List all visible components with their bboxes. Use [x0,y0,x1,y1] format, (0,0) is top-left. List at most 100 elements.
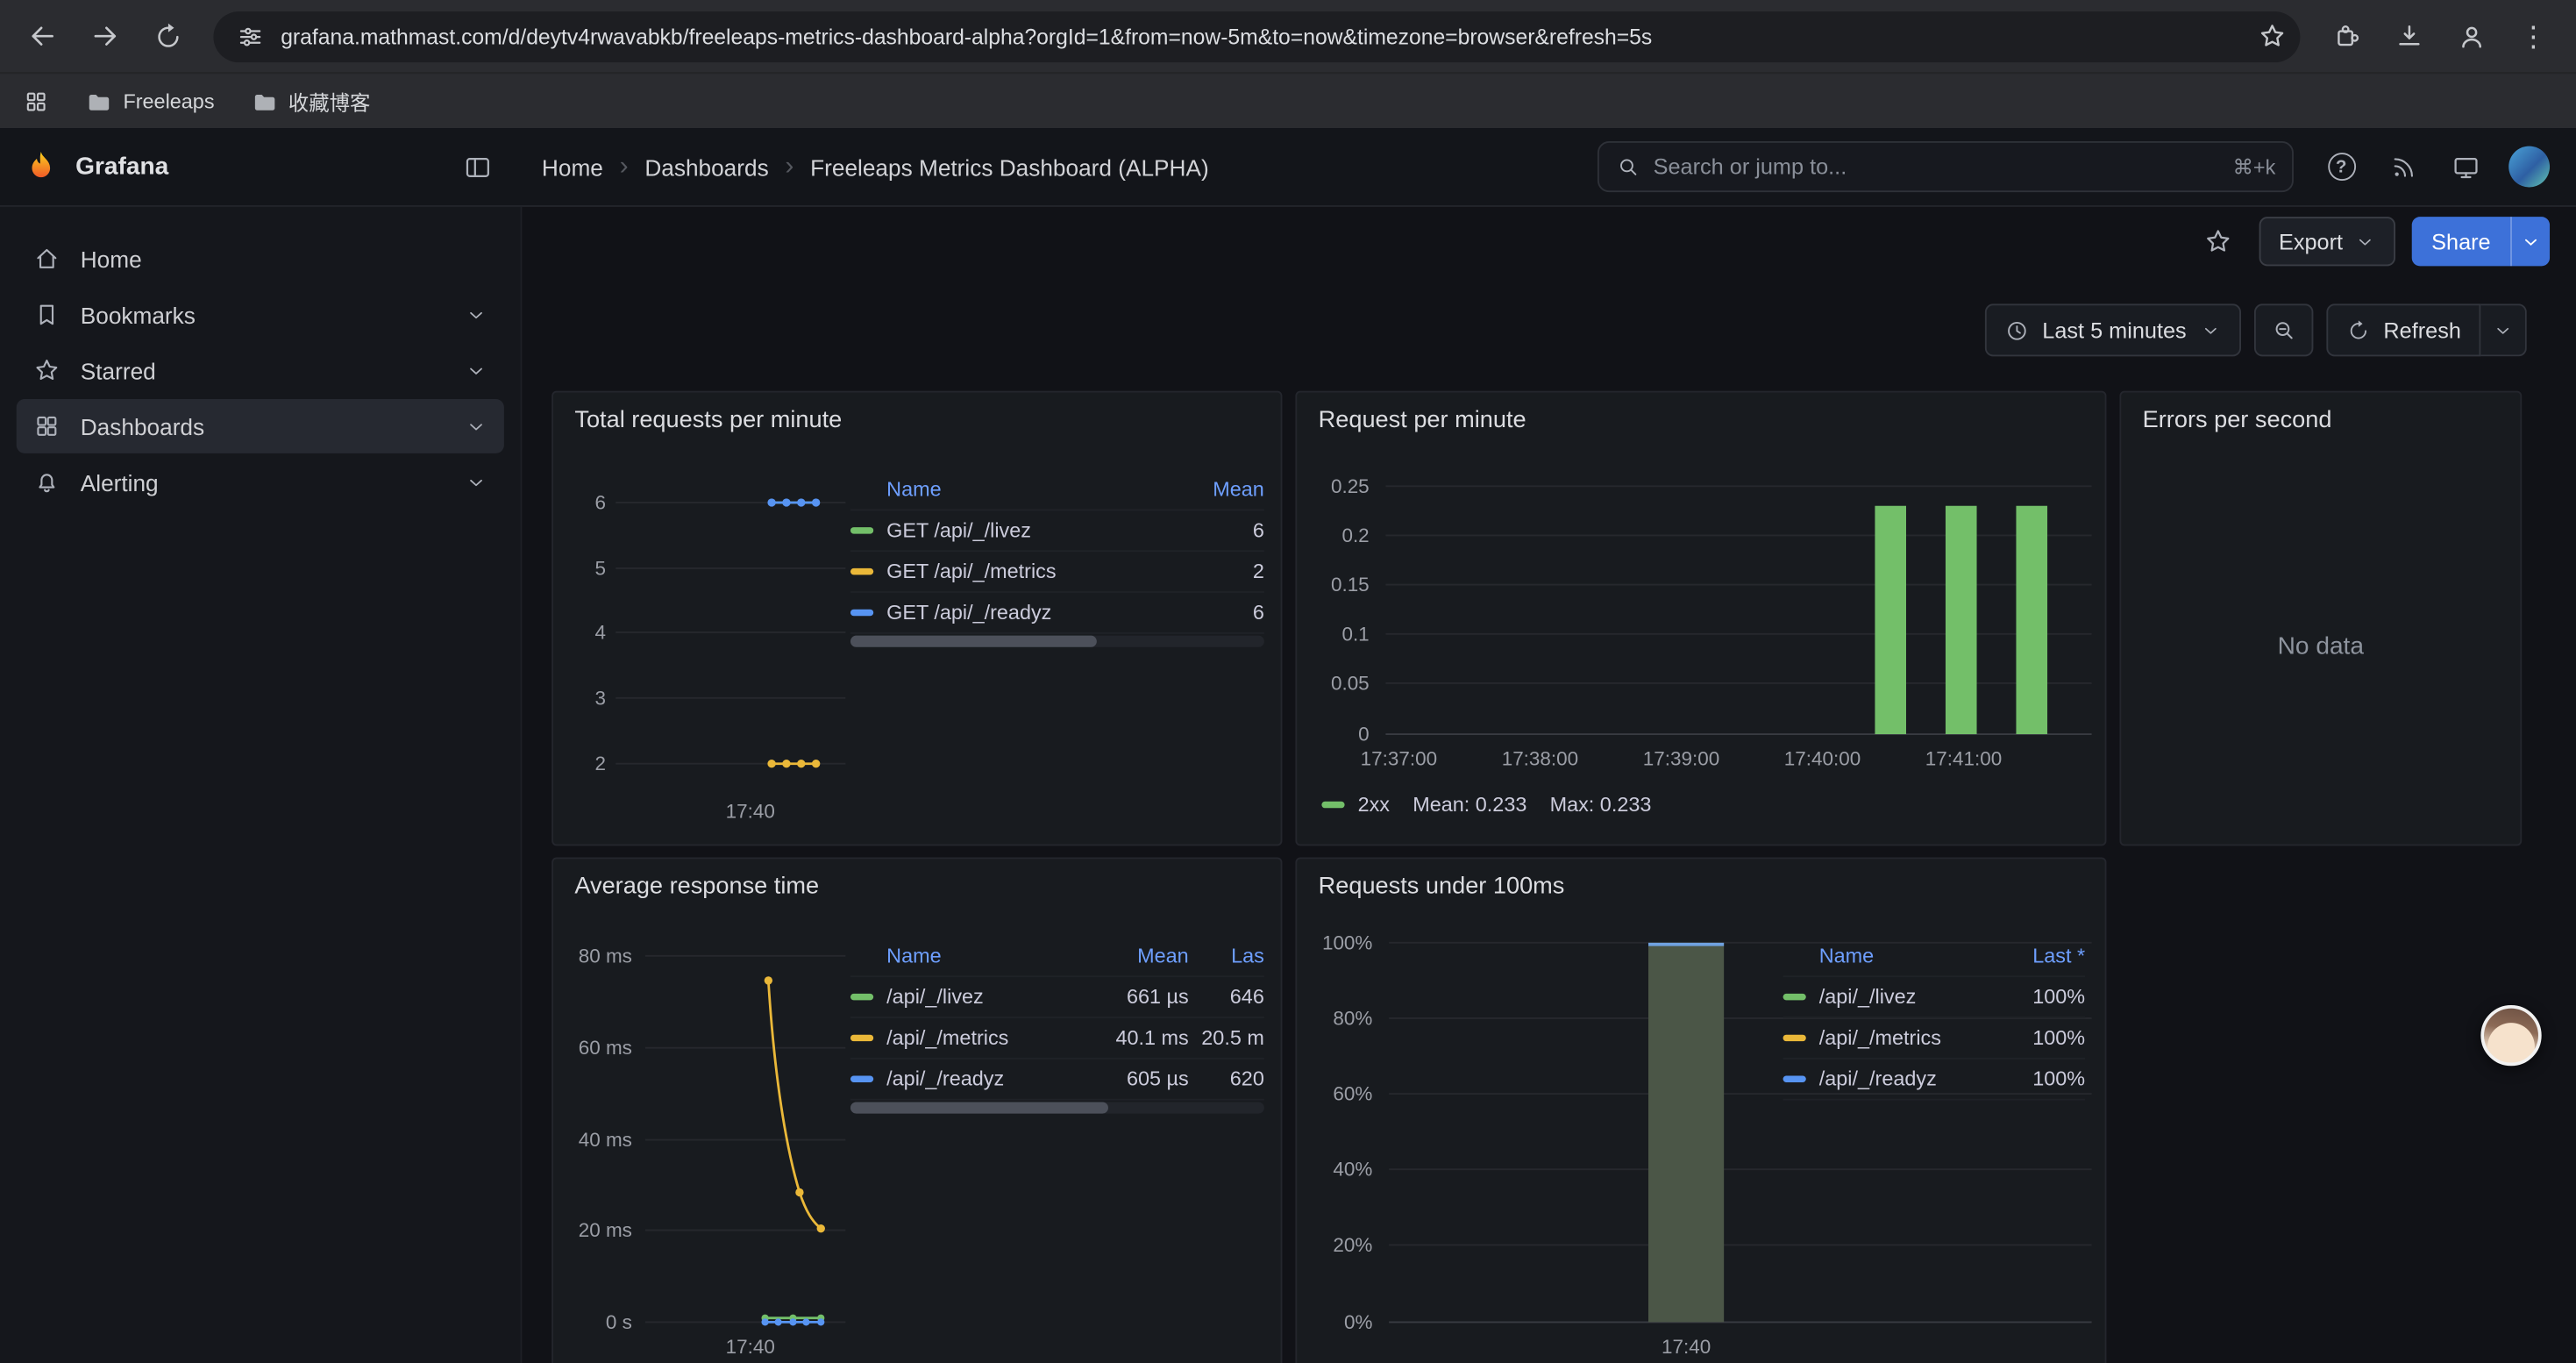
refresh-button[interactable]: Refresh [2326,303,2481,356]
legend-header-name[interactable]: Name [886,944,1093,967]
bookmarks-bar: Freeleaps 收藏博客 [0,72,2576,128]
panel-request-per-minute: Request per minute 0.25 0.2 0.15 0.1 0.0… [1295,391,2106,846]
export-button[interactable]: Export [2259,217,2395,266]
site-info-icon[interactable] [237,22,265,50]
sidebar-item-dashboards[interactable]: Dashboards [17,399,504,453]
rss-icon[interactable] [2379,142,2428,191]
chevron-down-icon[interactable] [465,470,487,493]
series-color-swatch [850,527,873,533]
share-button[interactable]: Share [2412,217,2550,266]
sidebar-item-bookmarks[interactable]: Bookmarks [17,288,504,342]
floating-avatar[interactable] [2480,1005,2541,1066]
series-mean: 6 [1165,519,1263,542]
legend-row: /api/_/livez 661 µs 646 [850,977,1264,1018]
series-mean: Mean: 0.233 [1413,793,1526,816]
chevron-down-icon [2354,231,2375,252]
legend-scrollbar[interactable] [850,1102,1264,1113]
breadcrumb-current: Freeleaps Metrics Dashboard (ALPHA) [810,153,1209,180]
menu-kebab-icon[interactable]: ⋮ [2504,6,2563,65]
legend-header-last[interactable]: Last * [2000,944,2085,967]
chevron-down-icon[interactable] [465,303,487,325]
legend-header-name[interactable]: Name [1819,944,2000,967]
bookmark-folder-blogs[interactable]: 收藏博客 [251,85,371,117]
series-name[interactable]: 2xx [1358,793,1390,816]
x-axis-tick: 17:40 [1650,1335,1722,1358]
series-name[interactable]: GET /api/_/livez [886,519,1165,542]
sidebar-item-home[interactable]: Home [17,232,504,286]
chevron-right-icon: › [620,152,629,182]
search-box[interactable]: ⌘+k [1598,141,2294,192]
time-range-picker[interactable]: Last 5 minutes [1985,303,2241,356]
chevron-down-icon[interactable] [465,415,487,438]
help-icon[interactable]: ? [2316,142,2366,191]
apps-grid-icon[interactable] [23,88,49,114]
downloads-icon[interactable] [2379,6,2437,65]
search-icon [1616,154,1640,179]
zoom-out-icon [2270,317,2296,343]
chevron-down-icon[interactable] [465,359,487,382]
refresh-interval-chevron[interactable] [2480,303,2526,356]
sidebar-item-starred[interactable]: Starred [17,343,504,397]
share-dropdown-chevron[interactable] [2510,217,2550,266]
legend-table: Name Mean GET /api/_/livez 6 GET /api/_/… [850,468,1264,634]
series-name[interactable]: /api/_/livez [1819,986,2000,1009]
star-icon [32,356,60,384]
breadcrumb-dashboards[interactable]: Dashboards [644,153,768,180]
series-name[interactable]: GET /api/_/metrics [886,560,1165,583]
dashboard-toolbar: Export Share [522,207,2576,276]
sidebar-item-label: Home [81,246,142,272]
series-name[interactable]: /api/_/readyz [1819,1067,2000,1090]
reload-button[interactable] [138,6,196,65]
series-name[interactable]: /api/_/metrics [886,1026,1093,1049]
series-color-swatch [1783,994,1806,1000]
back-button[interactable] [13,6,72,65]
bookmark-folder-freeleaps[interactable]: Freeleaps [85,88,214,114]
legend-row: /api/_/livez 100% [1783,977,2086,1018]
profile-icon[interactable] [2441,6,2500,65]
forward-button[interactable] [75,6,134,65]
series-color-swatch [1321,802,1344,808]
refresh-button-group: Refresh [2326,303,2527,356]
bookmark-star-icon[interactable] [2258,21,2288,51]
sidebar-item-label: Dashboards [81,413,204,439]
series-name[interactable]: /api/_/metrics [1819,1026,2000,1049]
legend-scrollbar[interactable] [850,636,1264,647]
series-name[interactable]: GET /api/_/readyz [886,601,1165,624]
series-max: Max: 0.233 [1550,793,1652,816]
breadcrumb-home[interactable]: Home [542,153,603,180]
sidebar-toggle-icon[interactable] [453,142,502,191]
panel-requests-under-100ms: Requests under 100ms 100% 80% 60% 40% 20… [1295,857,2106,1363]
legend-header-name[interactable]: Name [886,477,1165,500]
dashboards-grid-icon [32,412,60,440]
legend-header-mean[interactable]: Mean [1093,944,1189,967]
series-last: 100% [2000,986,2085,1009]
x-axis-tick: 17:39:00 [1629,747,1734,770]
bookmark-label: Freeleaps [123,89,214,112]
monitor-icon[interactable] [2441,142,2490,191]
grafana-brand[interactable]: Grafana [75,153,168,181]
address-bar[interactable]: grafana.mathmast.com/d/deytv4rwavabkb/fr… [213,11,2300,61]
share-label[interactable]: Share [2412,217,2510,266]
grafana-top-nav: Grafana Home › Dashboards › Freeleaps Me… [0,128,2576,207]
no-data-message: No data [2121,632,2520,660]
user-avatar[interactable] [2504,142,2553,191]
series-color-swatch [1783,1076,1806,1082]
folder-icon [251,88,277,114]
grafana-logo-icon[interactable] [23,148,59,184]
zoom-out-button[interactable] [2253,303,2312,356]
legend-header-last[interactable]: Las [1189,944,1264,967]
extensions-icon[interactable] [2316,6,2375,65]
search-input[interactable] [1654,154,2220,179]
panel-title[interactable]: Errors per second [2143,407,2332,433]
panel-avg-response-time: Average response time 80 ms 60 ms 40 ms … [551,857,1282,1363]
legend-row: /api/_/metrics 40.1 ms 20.5 m [850,1018,1264,1060]
series-mean: 40.1 ms [1093,1026,1189,1049]
series-name[interactable]: /api/_/livez [886,986,1093,1009]
panel-errors-per-second: Errors per second No data [2119,391,2522,846]
series-name[interactable]: /api/_/readyz [886,1067,1093,1090]
sidebar-item-label: Alerting [81,469,159,496]
x-axis-tick: 17:40:00 [1770,747,1875,770]
favorite-star-icon[interactable] [2194,217,2243,266]
sidebar-item-alerting[interactable]: Alerting [17,455,504,510]
legend-header-mean[interactable]: Mean [1165,477,1263,500]
